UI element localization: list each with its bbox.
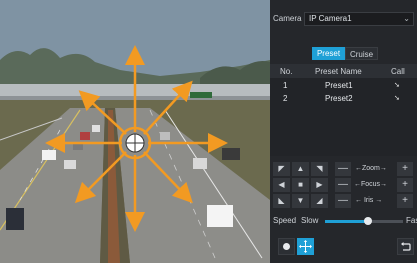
preset-list: 1 Preset1 ➘ 2 Preset2 ➘ <box>270 78 417 156</box>
down-button[interactable]: ▼ <box>292 194 309 208</box>
column-header-call: Call <box>391 67 405 76</box>
pan-down-right-arrow <box>143 151 193 204</box>
iris-minus-button[interactable]: — <box>335 194 351 208</box>
camera-select[interactable]: IP Camera1 ⌄ <box>304 12 414 26</box>
column-header-name: Preset Name <box>315 67 362 76</box>
focus-plus-button[interactable]: + <box>397 178 413 192</box>
move-arrows-icon <box>299 240 312 253</box>
zoom-in-button[interactable]: + <box>397 162 413 176</box>
tab-cruise[interactable]: Cruise <box>345 47 378 60</box>
table-row[interactable]: 2 Preset2 ➘ <box>270 92 417 105</box>
pan-down-left-arrow <box>74 151 127 204</box>
focus-minus-button[interactable]: — <box>335 178 351 192</box>
fast-label: Fas <box>406 216 417 225</box>
up-right-button[interactable]: ◥ <box>311 162 328 176</box>
focus-label: ←Focus→ <box>354 181 388 188</box>
stop-button[interactable]: ■ <box>292 178 309 192</box>
speed-slider-fill <box>325 220 368 223</box>
speed-label: Speed <box>273 216 297 225</box>
up-left-button[interactable]: ◤ <box>273 162 290 176</box>
iris-label: ← Iris → <box>355 197 383 204</box>
tab-preset[interactable]: Preset <box>312 47 345 60</box>
speed-row: Speed Slow Fas <box>270 214 417 228</box>
bottom-toolbar <box>270 236 417 258</box>
preset-name: Preset2 <box>325 94 353 103</box>
camera-select-value: IP Camera1 <box>309 14 352 23</box>
speed-slider-thumb[interactable] <box>363 217 372 225</box>
iris-plus-button[interactable]: + <box>397 194 413 208</box>
table-row[interactable]: 1 Preset1 ➘ <box>270 79 417 92</box>
preset-name: Preset1 <box>325 81 353 90</box>
down-right-button[interactable]: ◢ <box>311 194 328 208</box>
column-header-no: No. <box>280 67 293 76</box>
preset-cruise-tabs: Preset Cruise <box>270 47 417 61</box>
exit-icon <box>401 242 411 251</box>
record-button[interactable] <box>278 238 295 255</box>
preset-table-header: No. Preset Name Call <box>270 64 417 78</box>
move-mode-button[interactable] <box>297 238 314 255</box>
camera-label: Camera <box>273 14 302 23</box>
down-left-button[interactable]: ◣ <box>273 194 290 208</box>
slow-label: Slow <box>301 216 319 225</box>
zoom-out-button[interactable]: — <box>335 162 351 176</box>
cursor-icon[interactable]: ➘ <box>394 94 400 102</box>
zoom-label: ←Zoom→ <box>355 165 387 172</box>
camera-row: Camera IP Camera1 ⌄ <box>270 10 417 28</box>
preset-number: 2 <box>283 94 288 103</box>
speed-slider[interactable] <box>325 217 403 225</box>
cursor-icon[interactable]: ➘ <box>394 81 400 89</box>
left-button[interactable]: ◀ <box>273 178 290 192</box>
ptz-direction-pad: ◤ ▲ ◥ ◀ ■ ▶ ◣ ▼ ◢ — ←Zoom→ + — ←Focus→ +… <box>273 162 415 212</box>
camera-live-view[interactable] <box>0 0 270 263</box>
exit-button[interactable] <box>397 238 414 255</box>
right-button[interactable]: ▶ <box>311 178 328 192</box>
record-icon <box>283 243 290 250</box>
pan-up-right-arrow <box>143 80 193 135</box>
up-button[interactable]: ▲ <box>292 162 309 176</box>
ptz-control-panel: Camera IP Camera1 ⌄ Preset Cruise No. Pr… <box>270 0 417 263</box>
chevron-down-icon: ⌄ <box>403 14 410 23</box>
ptz-window: Camera IP Camera1 ⌄ Preset Cruise No. Pr… <box>0 0 417 263</box>
preset-number: 1 <box>283 81 288 90</box>
pan-up-left-arrow <box>78 90 127 135</box>
ptz-direction-overlay[interactable] <box>0 0 270 263</box>
